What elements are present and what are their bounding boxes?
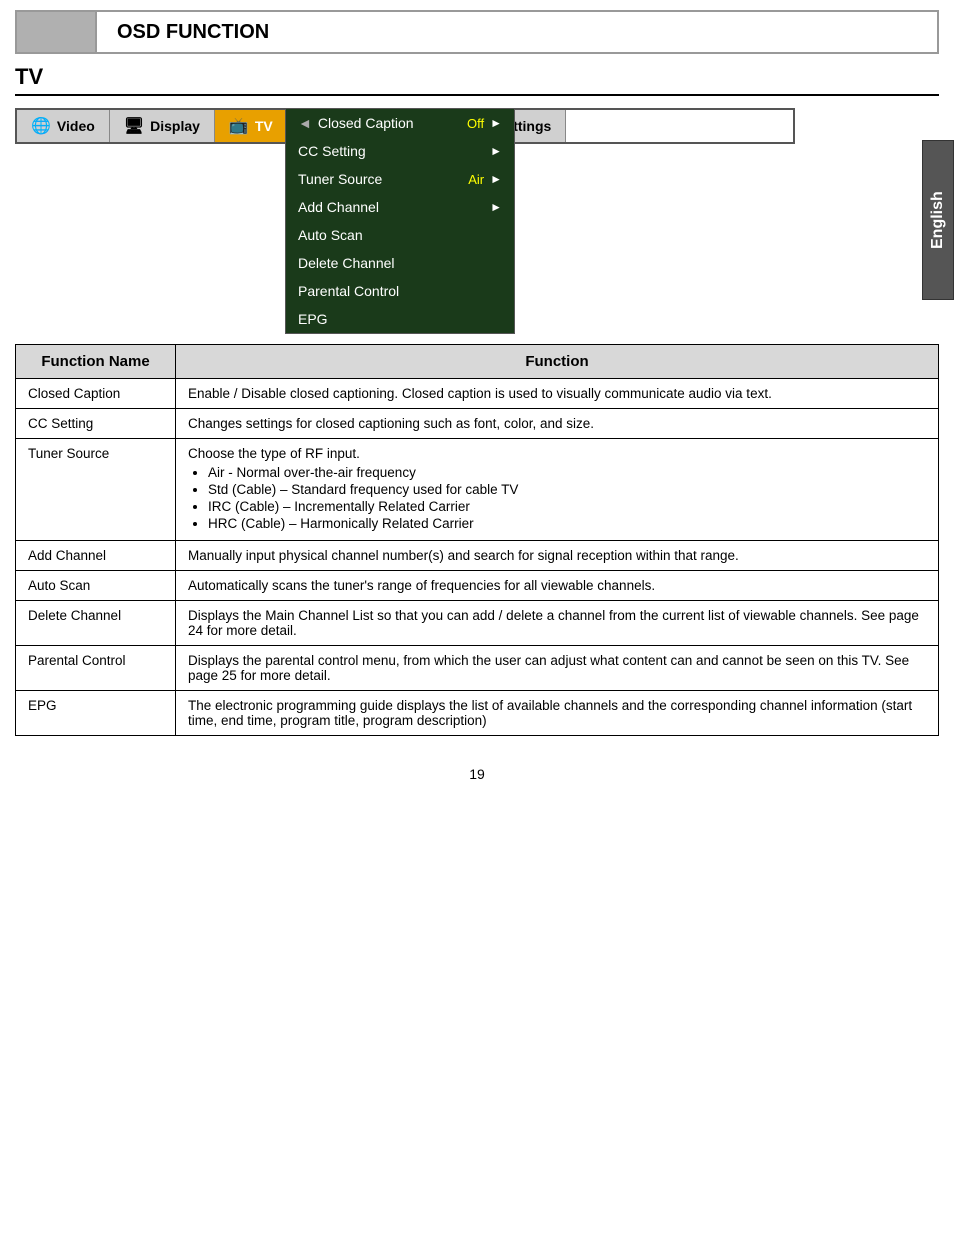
tv-icon: 📺 — [229, 116, 249, 136]
function-table: Function Name Function Closed CaptionEna… — [15, 344, 939, 736]
table-row: Delete ChannelDisplays the Main Channel … — [16, 601, 939, 646]
dropdown-item-closed-caption[interactable]: ◄ Closed Caption Off ► — [286, 109, 514, 137]
dropdown-label-add-channel: Add Channel — [298, 199, 379, 215]
dropdown-item-parental-control[interactable]: Parental Control — [286, 277, 514, 305]
function-desc-cell: Changes settings for closed captioning s… — [176, 409, 939, 439]
menu-dropdown-container: 🌐 Video 🖥 Display 📺 TV ♪ Audio ⚙ Power ⚙ — [15, 108, 795, 324]
dropdown-label-epg: EPG — [298, 311, 328, 327]
table-row: Auto ScanAutomatically scans the tuner's… — [16, 571, 939, 601]
video-icon: 🌐 — [31, 116, 51, 136]
function-name-cell: Add Channel — [16, 541, 176, 571]
closed-caption-value: Off — [467, 116, 484, 131]
bullet-item: Std (Cable) – Standard frequency used fo… — [208, 482, 926, 497]
header-gray-block — [17, 12, 97, 52]
function-desc-cell: Choose the type of RF input.Air - Normal… — [176, 439, 939, 541]
function-name-cell: Closed Caption — [16, 379, 176, 409]
function-name-cell: EPG — [16, 691, 176, 736]
tab-video-label: Video — [57, 118, 95, 134]
function-desc-cell: Automatically scans the tuner's range of… — [176, 571, 939, 601]
page-content: TV 🌐 Video 🖥 Display 📺 TV ♪ Audio ⚙ — [15, 54, 939, 746]
page-number: 19 — [0, 766, 954, 782]
bullet-item: Air - Normal over-the-air frequency — [208, 465, 926, 480]
dropdown-label-cc-setting: CC Setting — [298, 143, 366, 159]
function-desc-cell: Displays the Main Channel List so that y… — [176, 601, 939, 646]
function-name-cell: Delete Channel — [16, 601, 176, 646]
table-row: Add ChannelManually input physical chann… — [16, 541, 939, 571]
section-title: TV — [15, 64, 939, 96]
display-icon: 🖥 — [124, 116, 144, 136]
right-arrow-cc-setting: ► — [490, 144, 502, 158]
function-desc-cell: Manually input physical channel number(s… — [176, 541, 939, 571]
tab-tv[interactable]: 📺 TV — [215, 110, 288, 142]
dropdown-item-cc-setting[interactable]: CC Setting ► — [286, 137, 514, 165]
function-desc-cell: The electronic programming guide display… — [176, 691, 939, 736]
dropdown-label-auto-scan: Auto Scan — [298, 227, 363, 243]
tuner-source-value: Air — [468, 172, 484, 187]
dropdown-item-auto-scan[interactable]: Auto Scan — [286, 221, 514, 249]
tv-dropdown-menu: ◄ Closed Caption Off ► CC Setting ► Tune… — [285, 108, 515, 334]
tab-tv-label: TV — [255, 118, 273, 134]
dropdown-label-closed-caption: Closed Caption — [318, 115, 414, 131]
dropdown-label-tuner-source: Tuner Source — [298, 171, 382, 187]
dropdown-item-epg[interactable]: EPG — [286, 305, 514, 333]
tab-display-label: Display — [150, 118, 200, 134]
table-row: EPGThe electronic programming guide disp… — [16, 691, 939, 736]
table-row: Tuner SourceChoose the type of RF input.… — [16, 439, 939, 541]
page-title: OSD FUNCTION — [97, 13, 289, 52]
right-arrow-add-channel: ► — [490, 200, 502, 214]
dropdown-label-parental-control: Parental Control — [298, 283, 399, 299]
tab-display[interactable]: 🖥 Display — [110, 110, 215, 142]
header-bar: OSD FUNCTION — [15, 10, 939, 54]
bullet-item: HRC (Cable) – Harmonically Related Carri… — [208, 516, 926, 531]
function-name-cell: Auto Scan — [16, 571, 176, 601]
function-name-cell: Tuner Source — [16, 439, 176, 541]
dropdown-item-add-channel[interactable]: Add Channel ► — [286, 193, 514, 221]
col-header-function-name: Function Name — [16, 345, 176, 379]
dropdown-item-tuner-source[interactable]: Tuner Source Air ► — [286, 165, 514, 193]
dropdown-label-delete-channel: Delete Channel — [298, 255, 395, 271]
col-header-function: Function — [176, 345, 939, 379]
table-row: Closed CaptionEnable / Disable closed ca… — [16, 379, 939, 409]
left-arrow-closed-caption: ◄ — [298, 115, 312, 131]
function-name-cell: CC Setting — [16, 409, 176, 439]
function-name-cell: Parental Control — [16, 646, 176, 691]
tab-video[interactable]: 🌐 Video — [17, 110, 110, 142]
right-arrow-closed-caption: ► — [490, 116, 502, 130]
function-desc-cell: Enable / Disable closed captioning. Clos… — [176, 379, 939, 409]
language-tab: English — [922, 140, 954, 300]
function-desc-cell: Displays the parental control menu, from… — [176, 646, 939, 691]
table-row: CC SettingChanges settings for closed ca… — [16, 409, 939, 439]
right-arrow-tuner-source: ► — [490, 172, 502, 186]
table-row: Parental ControlDisplays the parental co… — [16, 646, 939, 691]
dropdown-item-delete-channel[interactable]: Delete Channel — [286, 249, 514, 277]
bullet-item: IRC (Cable) – Incrementally Related Carr… — [208, 499, 926, 514]
